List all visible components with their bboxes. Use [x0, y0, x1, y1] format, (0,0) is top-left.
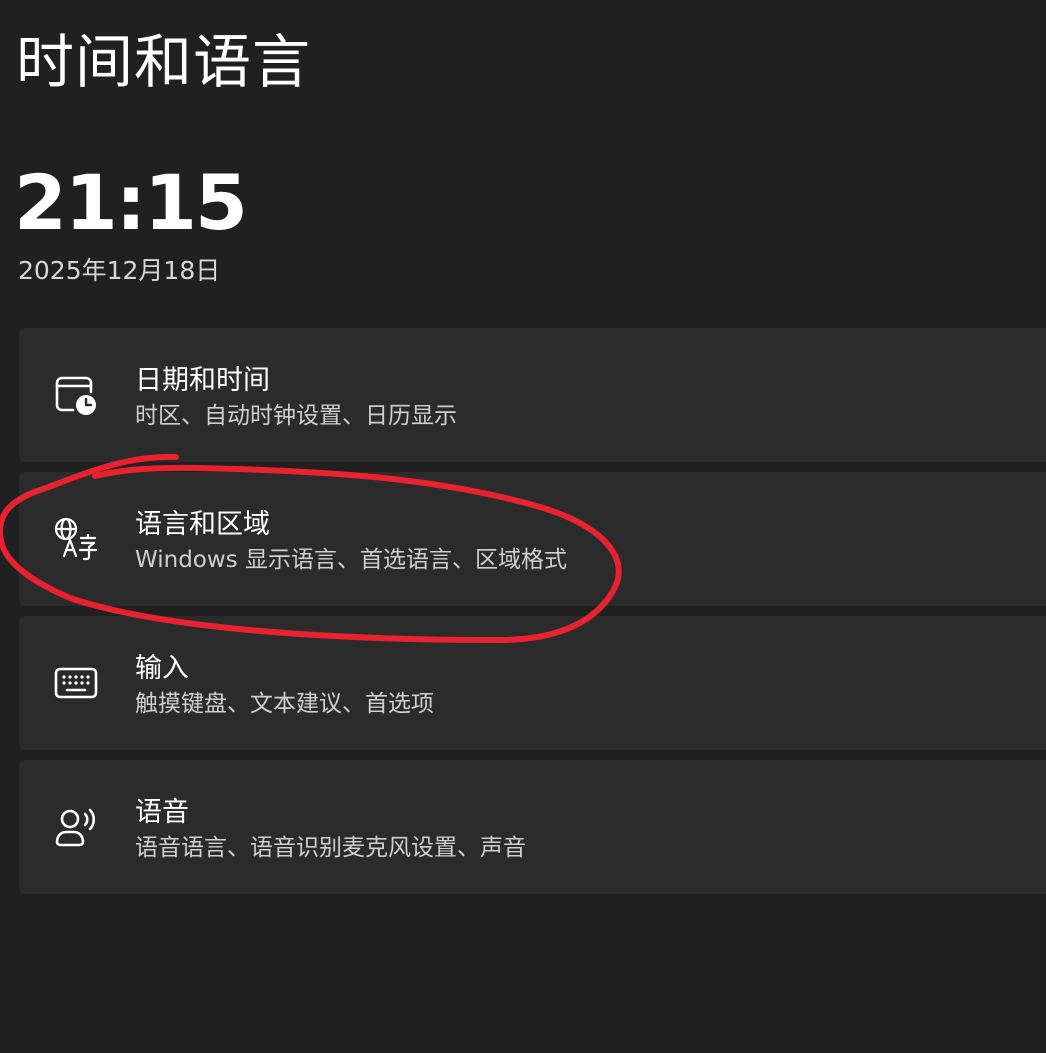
speech-subtitle: 语音语言、语音识别麦克风设置、声音: [135, 835, 526, 861]
typing-card[interactable]: 输入 触摸键盘、文本建议、首选项: [19, 616, 1046, 750]
keyboard-icon: [53, 660, 99, 706]
language-region-title: 语言和区域: [135, 509, 270, 540]
speech-card[interactable]: 语音 语音语言、语音识别麦克风设置、声音: [19, 760, 1046, 894]
language-region-subtitle: Windows 显示语言、首选语言、区域格式: [135, 547, 567, 573]
calendar-clock-icon: [53, 372, 99, 418]
current-time: 21:15: [14, 158, 248, 247]
current-date: 2025年12月18日: [18, 256, 221, 285]
language-region-card[interactable]: 语言和区域 Windows 显示语言、首选语言、区域格式: [19, 472, 1046, 606]
date-time-subtitle: 时区、自动时钟设置、日历显示: [135, 403, 457, 429]
speech-title: 语音: [135, 797, 189, 828]
speech-icon: [53, 804, 99, 850]
language-region-icon: [53, 516, 99, 562]
date-time-title: 日期和时间: [135, 365, 270, 396]
page-title: 时间和语言: [16, 28, 312, 96]
settings-page: 时间和语言 21:15 2025年12月18日 日期和时间 时区、自动时钟设置、…: [0, 0, 1046, 1053]
typing-subtitle: 触摸键盘、文本建议、首选项: [135, 691, 434, 717]
typing-title: 输入: [135, 653, 189, 684]
date-time-card[interactable]: 日期和时间 时区、自动时钟设置、日历显示: [19, 328, 1046, 462]
